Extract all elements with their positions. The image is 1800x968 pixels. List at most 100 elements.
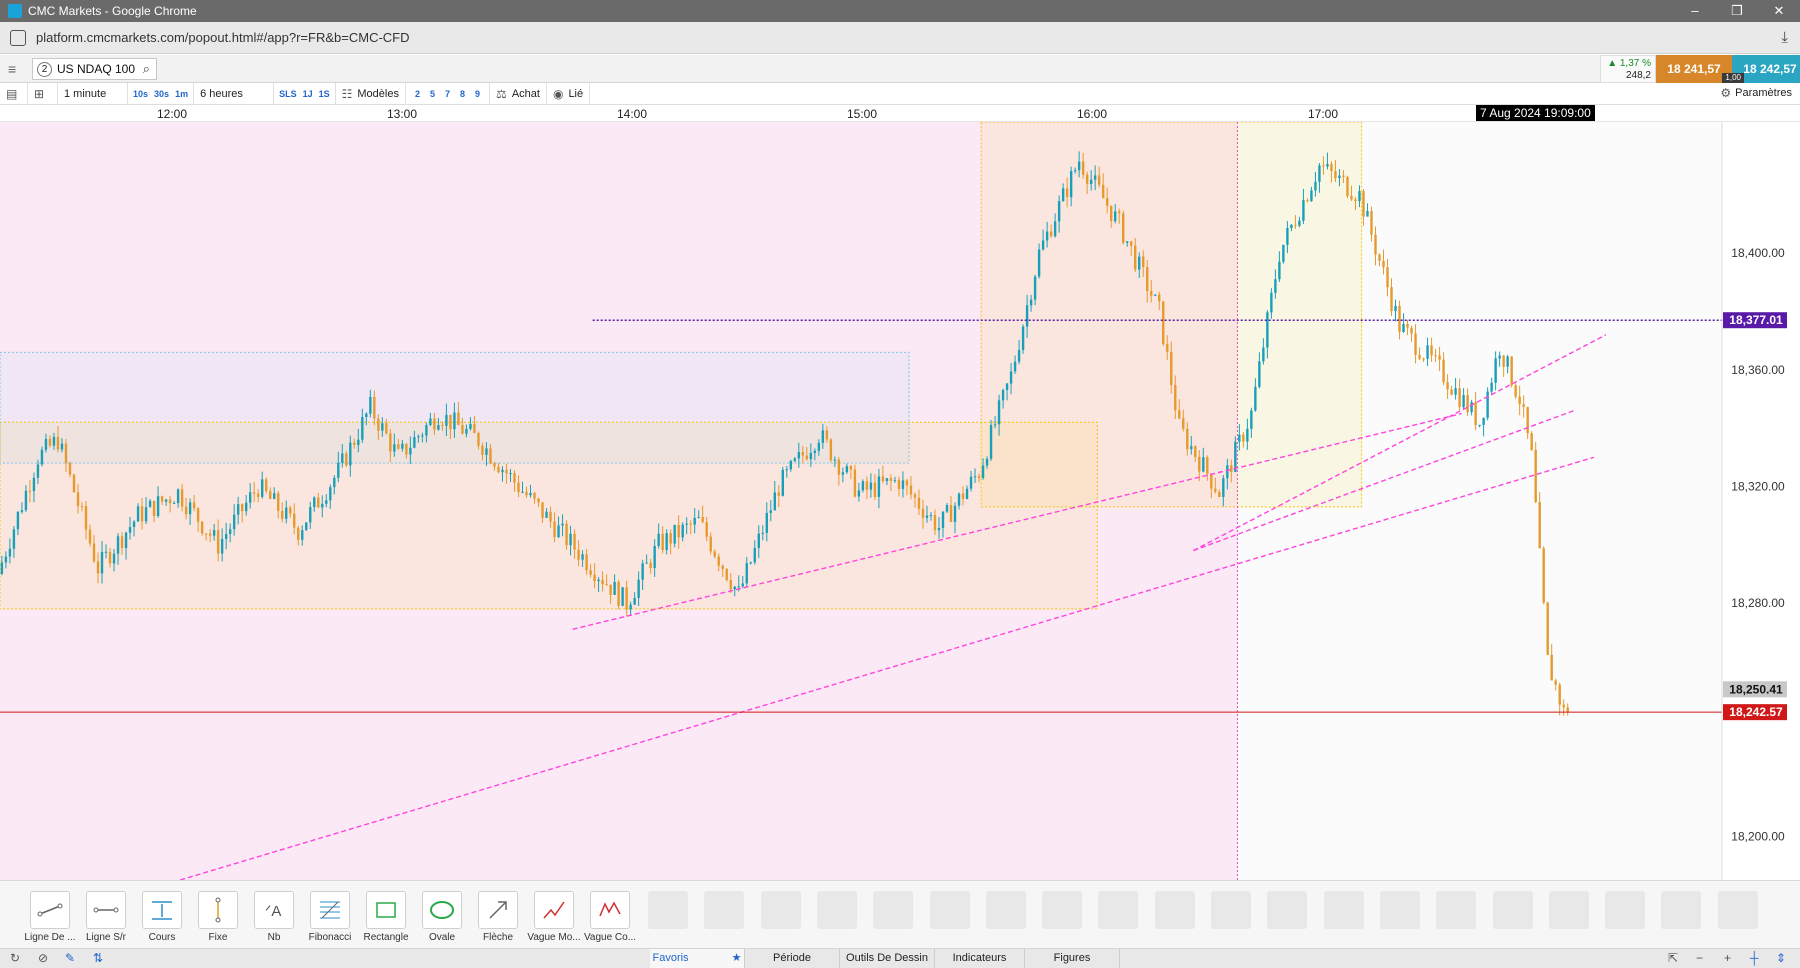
tool-wave-motive[interactable]: Vague Mo... [527, 891, 581, 943]
empty-tool-slot[interactable] [1661, 891, 1702, 929]
price-axis-background [1722, 122, 1800, 880]
crosshair-icon[interactable]: ┼ [1750, 951, 1759, 965]
gear-icon: ⚙ [1720, 86, 1732, 100]
candle-body [248, 492, 252, 503]
clear-icon[interactable]: ⊘ [38, 951, 48, 965]
tab-indicateurs[interactable]: Indicateurs [935, 949, 1025, 968]
candle-body [1530, 433, 1533, 450]
empty-tool-slot[interactable] [1098, 891, 1139, 929]
candle-body [577, 549, 580, 560]
interval-selector[interactable]: 1 minute [58, 82, 128, 105]
candle-body [1113, 211, 1117, 222]
interval-1m[interactable]: 1m [172, 89, 191, 99]
zone-rectangle[interactable] [980, 122, 1363, 508]
empty-tool-slot[interactable] [1492, 891, 1533, 929]
empty-tool-slot[interactable] [1436, 891, 1477, 929]
interval-30s[interactable]: 30s [151, 89, 172, 99]
menu-icon[interactable]: ≡ [8, 62, 24, 76]
site-info-icon[interactable] [10, 29, 26, 46]
empty-tool-slot[interactable] [704, 891, 745, 929]
empty-tool-slot[interactable] [1548, 891, 1589, 929]
model-slot[interactable]: 9 [470, 89, 485, 99]
buy-mode-button[interactable]: ⚖ Achat [490, 82, 547, 105]
layout-grid-icon[interactable]: ⊞ [28, 82, 58, 105]
search-icon[interactable]: ⌕ [143, 61, 150, 77]
candle-body [545, 511, 548, 518]
empty-tool-slot[interactable] [1379, 891, 1420, 929]
tool-arrow[interactable]: Flèche [477, 891, 519, 943]
empty-tool-slot[interactable] [929, 891, 970, 929]
candle-body [1478, 424, 1481, 426]
download-icon[interactable]: ⤓ [1781, 29, 1788, 46]
range-1s[interactable]: 1S [316, 89, 333, 99]
instrument-selector[interactable]: 2 US NDAQ 100 ⌕ [32, 58, 157, 80]
candle-body [1398, 305, 1401, 332]
linked-button[interactable]: ◉ Lié [547, 82, 591, 105]
tool-oval[interactable]: Ovale [421, 891, 463, 943]
restore-icon[interactable]: ❐ [1716, 0, 1758, 22]
candle-body [1226, 465, 1229, 479]
magnet-icon[interactable]: ⇅ [93, 951, 103, 965]
layout-list-icon[interactable]: ▤ [0, 82, 28, 105]
candle-body [933, 515, 937, 531]
candle-body [665, 533, 668, 550]
candle-body [188, 502, 192, 515]
empty-tool-slot[interactable] [1154, 891, 1195, 929]
empty-tool-slot[interactable] [816, 891, 857, 929]
candle-body [301, 530, 304, 540]
tool-rectangle[interactable]: Rectangle [363, 891, 409, 943]
tool-fibonacci[interactable]: Fibonacci [309, 891, 351, 943]
minimize-icon[interactable]: – [1674, 0, 1716, 22]
settings-button[interactable]: ⚙ Paramètres [1720, 86, 1792, 100]
empty-tool-slot[interactable] [1323, 891, 1364, 929]
candle-body [1254, 386, 1257, 411]
pencil-icon[interactable]: ✎ [65, 951, 75, 965]
empty-tool-slot[interactable] [648, 891, 688, 929]
candle-body [56, 436, 60, 450]
empty-tool-slot[interactable] [1042, 891, 1083, 929]
tool-fixed[interactable]: Fixe [197, 891, 239, 943]
empty-tool-slot[interactable] [1211, 891, 1251, 929]
range-1j[interactable]: 1J [300, 89, 316, 99]
range-selector[interactable]: 6 heures [194, 82, 275, 105]
models-button[interactable]: ☷ Modèles [336, 82, 406, 105]
close-icon[interactable]: ✕ [1758, 0, 1800, 22]
empty-tool-slot[interactable] [1717, 891, 1758, 929]
tool-sr-line[interactable]: Ligne S/r [85, 891, 127, 943]
sell-button[interactable]: 18 241,57 1,00 [1656, 55, 1744, 83]
tool-trend-line[interactable]: Ligne De ... [24, 891, 76, 943]
price-chart[interactable]: 18,400.00 18,360.00 18,320.00 18,280.00 18,2… [0, 122, 1800, 880]
empty-tool-slot[interactable] [1605, 891, 1646, 929]
candle-body [1210, 473, 1213, 489]
empty-tool-slot[interactable] [873, 891, 914, 929]
url-text[interactable]: platform.cmcmarkets.com/popout.html#/app… [36, 30, 410, 45]
zoom-out-icon[interactable]: − [1696, 951, 1703, 965]
zoom-in-icon[interactable]: + [1724, 951, 1731, 965]
candle-body [1458, 388, 1461, 408]
model-slot[interactable]: 2 [410, 89, 425, 99]
candle-body [889, 478, 893, 482]
model-slot[interactable]: 8 [455, 89, 470, 99]
candle-body [1234, 441, 1237, 472]
candle-body [297, 527, 300, 540]
model-slot[interactable]: 5 [425, 89, 440, 99]
refresh-icon[interactable]: ↻ [10, 951, 20, 965]
expand-icon[interactable]: ⇱ [1668, 951, 1678, 965]
empty-tool-slot[interactable] [760, 891, 801, 929]
tool-note[interactable]: ᐟA Nb [253, 891, 295, 943]
fit-icon[interactable]: ⇕ [1776, 951, 1786, 965]
tab-favoris[interactable]: Favoris ★ [650, 949, 745, 968]
candle-body [1073, 170, 1077, 172]
tool-price[interactable]: Cours [141, 891, 183, 943]
tab-figures[interactable]: Figures [1025, 949, 1120, 968]
candle-body [309, 507, 312, 523]
range-sls[interactable]: SLS [276, 89, 300, 99]
empty-tool-slot[interactable] [1267, 891, 1308, 929]
interval-10s[interactable]: 10s [130, 89, 151, 99]
tool-wave-corrective[interactable]: Vague Co... [584, 891, 636, 943]
tab-periode[interactable]: Période [745, 949, 840, 968]
tab-outils-de-dessin[interactable]: Outils De Dessin [840, 949, 935, 968]
candle-body [1065, 188, 1069, 198]
empty-tool-slot[interactable] [985, 891, 1026, 929]
model-slot[interactable]: 7 [440, 89, 455, 99]
